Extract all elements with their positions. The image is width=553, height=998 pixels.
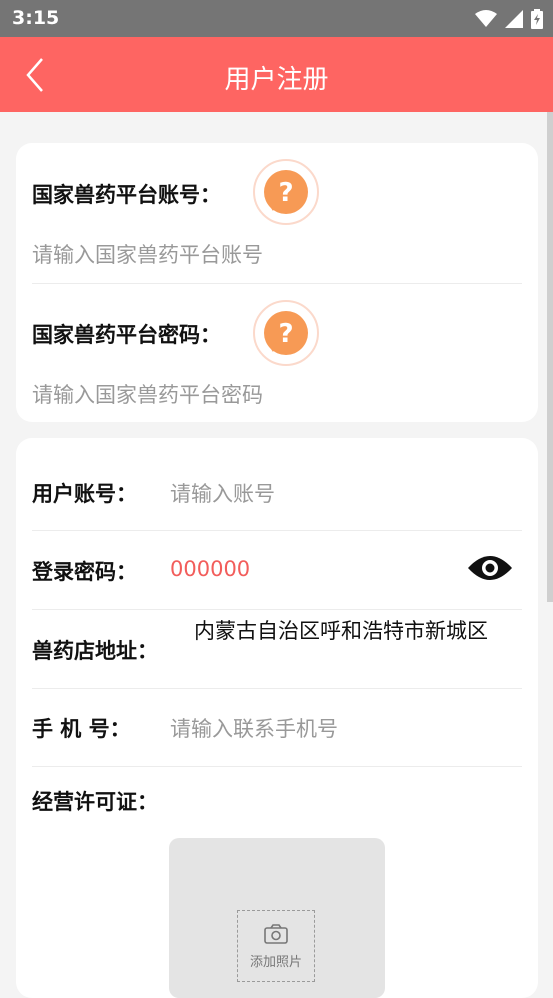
add-photo-label: 添加照片 [249,955,302,970]
scrollbar[interactable] [547,112,553,602]
divider [32,283,522,284]
add-photo-button[interactable]: 添加照片 [237,910,315,982]
question-bubble-icon: ? [264,311,308,355]
eye-icon[interactable] [466,552,514,584]
wifi-icon [475,10,497,27]
status-icons [475,9,543,29]
status-time: 3:15 [12,7,60,29]
platform-card: 国家兽药平台账号： ? 请输入国家兽药平台账号 国家兽药平台密码： ? 请输入国… [16,143,538,422]
signal-icon [505,10,523,28]
platform-password-help-button[interactable]: ? [253,300,319,366]
platform-account-input[interactable]: 请输入国家兽药平台账号 [32,239,263,269]
divider [32,530,522,531]
camera-icon [264,924,288,944]
account-input[interactable]: 请输入账号 [170,478,275,508]
divider [32,688,522,689]
address-label: 兽药店地址： [32,639,158,663]
question-bubble-icon: ? [264,170,308,214]
battery-icon [531,9,543,29]
status-bar: 3:15 [0,0,553,37]
platform-password-input[interactable]: 请输入国家兽药平台密码 [32,379,263,409]
user-form-card: 用户账号： 请输入账号 登录密码： 000000 兽药店地址： 内蒙古自治区呼和… [16,438,538,998]
platform-account-help-button[interactable]: ? [253,159,319,225]
page-title: 用户注册 [224,65,329,95]
platform-account-label: 国家兽药平台账号： [32,183,221,207]
svg-text:?: ? [278,178,293,208]
divider [32,766,522,767]
password-input[interactable]: 000000 [170,557,250,581]
phone-label: 手 机 号： [32,717,131,741]
password-label: 登录密码： [32,560,137,584]
license-label: 经营许可证： [32,790,158,814]
license-photo-area: 添加照片 [169,838,385,998]
account-label: 用户账号： [32,482,137,506]
platform-password-label: 国家兽药平台密码： [32,323,221,347]
phone-input[interactable]: 请输入联系手机号 [170,713,338,743]
divider [32,609,522,610]
svg-text:?: ? [278,319,293,349]
address-value[interactable]: 内蒙古自治区呼和浩特市新城区 [194,614,524,649]
title-bar: 用户注册 [0,37,553,112]
